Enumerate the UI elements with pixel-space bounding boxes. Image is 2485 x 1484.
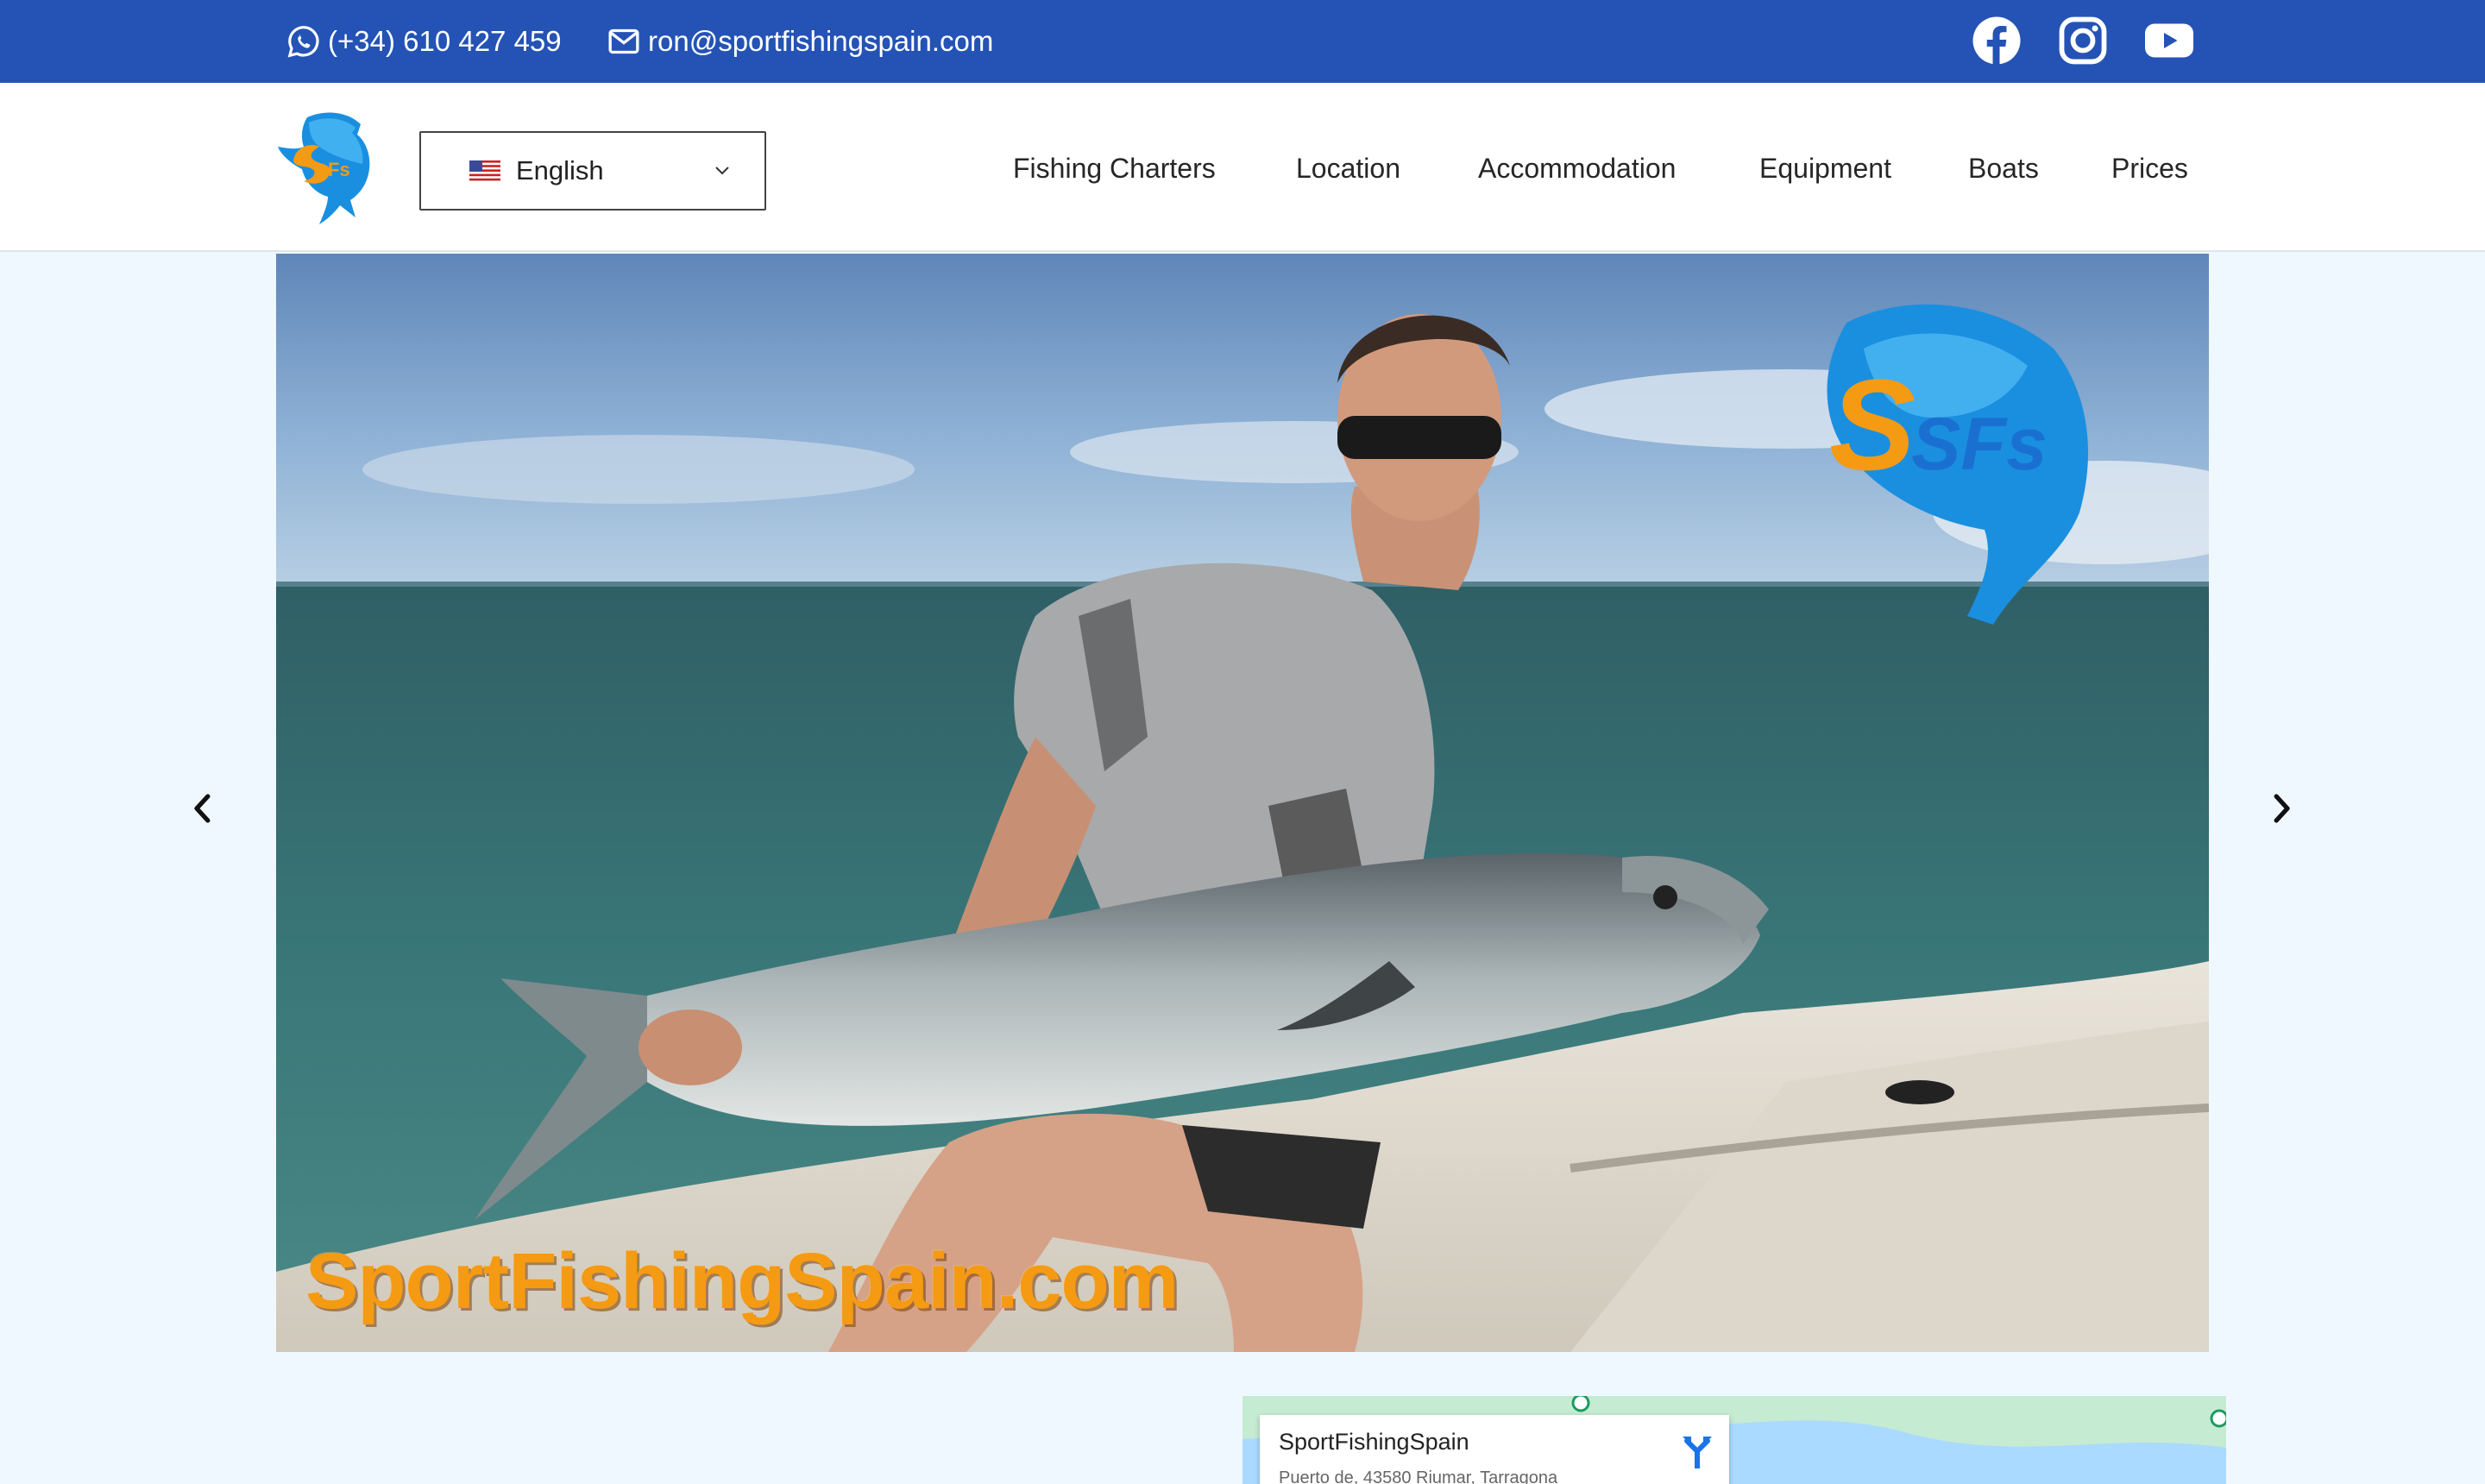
phone-contact[interactable]: (+34) 610 427 459	[286, 23, 562, 60]
location-map[interactable]: SportFishingSpain Puerto de, 43580 Riuma…	[1242, 1396, 2226, 1484]
nav-accommodation[interactable]: Accommodation	[1478, 151, 1676, 186]
instagram-icon	[2059, 16, 2107, 65]
nav-fishing-charters[interactable]: Fishing Charters	[1013, 151, 1216, 186]
marlin-logo-icon: Fs	[278, 112, 370, 224]
chevron-right-icon	[2274, 794, 2290, 823]
fishing-photo: S SFs	[276, 254, 2209, 1352]
envelope-icon	[608, 28, 639, 54]
nav-location[interactable]: Location	[1296, 151, 1400, 186]
map-place-name: SportFishingSpain	[1279, 1429, 1469, 1455]
directions-icon	[1683, 1437, 1712, 1471]
youtube-icon	[2145, 23, 2193, 58]
svg-text:Fs: Fs	[328, 159, 350, 180]
slider-prev-button[interactable]	[184, 787, 222, 830]
email-address: ron@sportfishingspain.com	[648, 25, 994, 57]
sfs-logo[interactable]: Fs	[274, 107, 381, 228]
map-place-card: SportFishingSpain Puerto de, 43580 Riuma…	[1260, 1415, 1729, 1484]
top-contact-bar: (+34) 610 427 459 ron@sportfishingspain.…	[0, 0, 2485, 83]
site-header: Fs English Fishing Charters Location Acc…	[0, 83, 2485, 252]
svg-text:SFs: SFs	[1911, 403, 2048, 486]
svg-text:S: S	[1829, 352, 1916, 497]
language-label: English	[516, 155, 604, 186]
slider-next-button[interactable]	[2262, 787, 2300, 830]
youtube-link[interactable]	[2142, 14, 2196, 67]
facebook-icon	[1972, 16, 2021, 65]
nav-equipment[interactable]: Equipment	[1759, 151, 1891, 186]
whatsapp-icon	[287, 26, 319, 58]
phone-number: (+34) 610 427 459	[328, 25, 562, 57]
instagram-link[interactable]	[2056, 14, 2110, 67]
slide-caption: SportFishingSpain.com	[305, 1237, 1179, 1325]
email-contact[interactable]: ron@sportfishingspain.com	[607, 23, 993, 60]
map-address: Puerto de, 43580 Riumar, Tarragona	[1279, 1468, 1558, 1484]
nav-prices[interactable]: Prices	[2111, 151, 2188, 186]
nav-boats[interactable]: Boats	[1968, 151, 2039, 186]
facebook-link[interactable]	[1970, 14, 2023, 67]
map-directions-button[interactable]	[1681, 1434, 1714, 1471]
hero-slide-image: S SFs SportFishingSpain.com	[276, 254, 2209, 1352]
language-select[interactable]: English	[419, 131, 766, 211]
chevron-left-icon	[194, 794, 211, 823]
chevron-down-icon	[715, 167, 729, 175]
us-flag-icon	[469, 160, 500, 181]
